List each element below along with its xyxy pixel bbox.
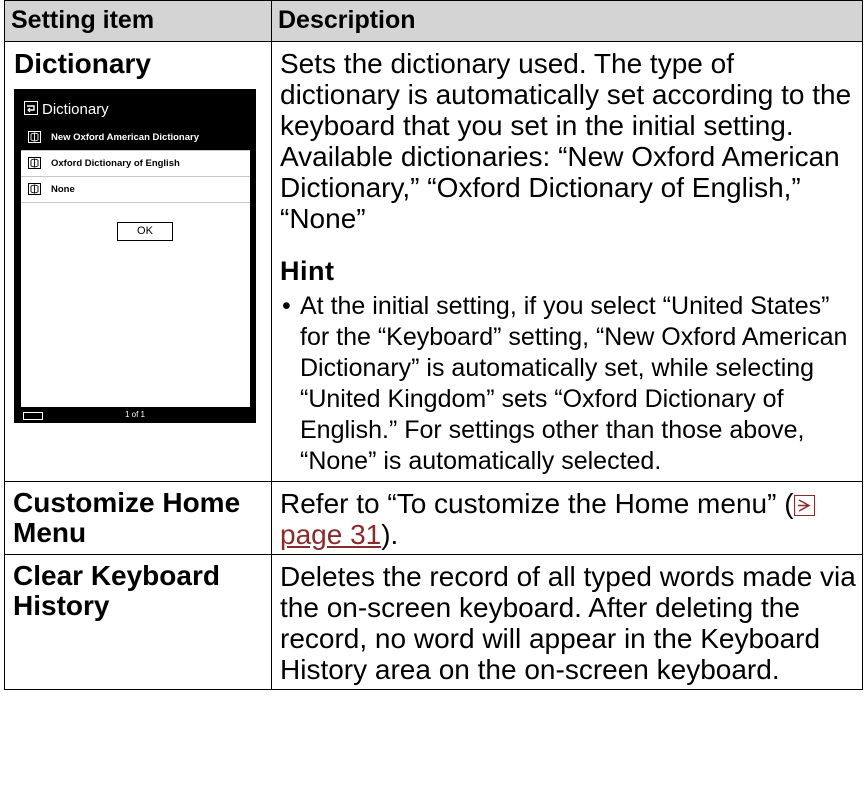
item-cell: Dictionary Dictionary New Oxford America… <box>4 41 272 482</box>
header-description: Description <box>271 0 863 42</box>
description-cell: Refer to “To customize the Home menu” (p… <box>271 481 863 555</box>
device-option-oxford-english[interactable]: Oxford Dictionary of English <box>21 151 250 177</box>
back-icon <box>24 101 38 115</box>
available-dictionaries: Available dictionaries: “New Oxford Amer… <box>280 141 840 234</box>
customize-description-suffix: ). <box>381 519 399 550</box>
item-clear-keyboard-history: Clear Keyboard History <box>4 554 272 690</box>
device-option-label: Oxford Dictionary of English <box>51 158 180 169</box>
book-icon <box>28 157 41 169</box>
ok-button[interactable]: OK <box>117 222 173 241</box>
description-cell: Sets the dictionary used. The type of di… <box>271 41 863 482</box>
device-title: Dictionary <box>24 101 109 119</box>
book-icon <box>28 131 41 143</box>
page-arrow-icon[interactable] <box>793 495 815 516</box>
device-option-label: None <box>51 184 75 195</box>
device-option-label: New Oxford American Dictionary <box>51 132 199 143</box>
page: Setting item Description Dictionary Dict… <box>0 0 865 803</box>
book-icon <box>28 183 41 195</box>
header-setting-item: Setting item <box>4 0 272 42</box>
settings-table: Setting item Description Dictionary Dict… <box>4 0 863 690</box>
customize-description-prefix: Refer to “To customize the Home menu” ( <box>280 488 794 519</box>
battery-icon <box>23 412 43 420</box>
hint-list: At the initial setting, if you select “U… <box>280 291 856 477</box>
hint-item: At the initial setting, if you select “U… <box>280 291 856 477</box>
device-option-new-oxford-american[interactable]: New Oxford American Dictionary <box>21 125 250 151</box>
dictionary-description: Sets the dictionary used. The type of di… <box>280 48 852 141</box>
item-customize-home-menu: Customize Home Menu <box>4 481 272 555</box>
device-screenshot: Dictionary New Oxford American Dictionar… <box>14 89 256 423</box>
device-option-none[interactable]: None <box>21 177 250 203</box>
device-footer: 1 of 1 <box>14 407 256 423</box>
device-option-list: New Oxford American Dictionary Oxford Di… <box>21 125 250 407</box>
table-header-row: Setting item Description <box>4 0 863 42</box>
hint-title: Hint <box>280 256 335 286</box>
item-dictionary: Dictionary <box>14 48 151 79</box>
table-row: Clear Keyboard History Deletes the recor… <box>4 554 863 690</box>
table-row: Customize Home Menu Refer to “To customi… <box>4 481 863 555</box>
description-cell: Deletes the record of all typed words ma… <box>271 554 863 690</box>
device-title-text: Dictionary <box>42 101 109 118</box>
table-row: Dictionary Dictionary New Oxford America… <box>4 41 863 482</box>
page-31-link[interactable]: page 31 <box>280 519 381 550</box>
page-indicator: 1 of 1 <box>124 410 145 419</box>
